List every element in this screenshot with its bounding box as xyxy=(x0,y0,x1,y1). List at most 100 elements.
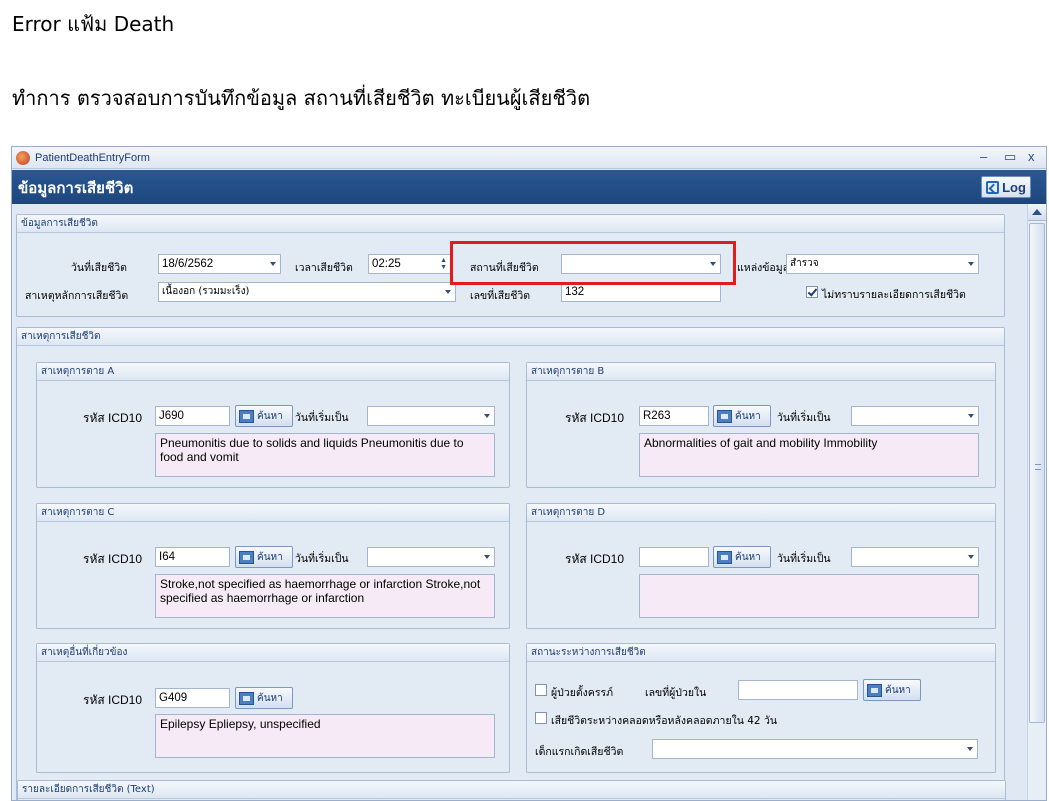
admit-search-button[interactable]: ค้นหา xyxy=(863,679,921,701)
search-icon xyxy=(717,550,732,564)
vertical-scrollbar[interactable] xyxy=(1027,204,1046,800)
search-label: ค้นหา xyxy=(257,410,283,422)
form-header: ข้อมูลการเสียชีวิต Log xyxy=(12,170,1046,204)
unknown-detail-label: ไม่ทราบรายละเอียดการเสียชีวิต xyxy=(822,289,966,301)
cause-c-icd-input[interactable]: I64 xyxy=(155,547,230,567)
cause-a-description: Pneumonitis due to solids and liquids Pn… xyxy=(155,433,495,477)
cause-c-description: Stroke,not specified as haemorrhage or i… xyxy=(155,574,495,618)
log-button-label: Log xyxy=(1002,179,1026,195)
scroll-up-icon[interactable] xyxy=(1028,204,1046,221)
cause-a-panel: สาเหตุการตาย A รหัส ICD10 J690 ค้นหา วัน… xyxy=(36,362,510,488)
death-date-value: 18/6/2562 xyxy=(162,258,214,270)
death-place-highlight xyxy=(450,241,736,285)
cause-c-icd-value: I64 xyxy=(159,551,175,563)
death-no-value: 132 xyxy=(565,286,585,298)
patient-death-entry-window: PatientDeathEntryForm – ▭ x ข้อมูลการเสี… xyxy=(11,146,1047,801)
app-icon xyxy=(16,150,30,165)
other-cause-icd-value: G409 xyxy=(159,692,188,704)
icd-label: รหัส ICD10 xyxy=(83,411,143,425)
cause-b-panel: สาเหตุการตาย B รหัส ICD10 R263 ค้นหา วัน… xyxy=(526,362,996,488)
cause-a-icd-input[interactable]: J690 xyxy=(155,406,230,426)
onset-label: วันที่เริ่มเป็น xyxy=(777,412,831,424)
search-label: ค้นหา xyxy=(885,684,911,696)
cause-c-search-button[interactable]: ค้นหา xyxy=(235,546,293,568)
death-date-picker[interactable]: 18/6/2562 xyxy=(158,254,281,274)
other-cause-search-button[interactable]: ค้นหา xyxy=(235,687,293,709)
detail-group: รายละเอียดการเสียชีวิต (Text) xyxy=(17,780,1006,800)
other-cause-description: Epilepsy Epliepsy, unspecified xyxy=(155,714,495,758)
search-icon xyxy=(239,550,254,564)
death-time-value: 02:25 xyxy=(372,258,401,270)
form-header-title: ข้อมูลการเสียชีวิต xyxy=(18,179,134,197)
source-label: แหล่งข้อมูล xyxy=(737,262,790,274)
cause-d-search-button[interactable]: ค้นหา xyxy=(713,546,771,568)
pregnant-checkbox[interactable] xyxy=(535,684,547,696)
document-description: ทำการ ตรวจสอบการบันทึกข้อมูล สถานที่เสีย… xyxy=(12,86,591,110)
cause-b-icd-value: R263 xyxy=(643,410,671,422)
document-title: Error แฟ้ม Death xyxy=(12,12,175,36)
other-cause-panel: สาเหตุอื่นที่เกี่ยวข้อง รหัส ICD10 G409 … xyxy=(36,643,510,773)
window-title: PatientDeathEntryForm xyxy=(35,151,150,164)
main-cause-dropdown[interactable]: เนื้องอก (รวมมะเร็ง) xyxy=(158,282,456,302)
cause-b-icd-input[interactable]: R263 xyxy=(639,406,709,426)
cause-d-description xyxy=(639,574,979,618)
spinner-icon[interactable]: ▲ ▼ xyxy=(440,257,447,271)
death-date-label: วันที่เสียชีวิต xyxy=(71,262,127,274)
log-icon xyxy=(986,180,1000,194)
cause-c-panel: สาเหตุการตาย C รหัส ICD10 I64 ค้นหา วันท… xyxy=(36,503,510,629)
search-label: ค้นหา xyxy=(735,551,761,563)
cause-a-title: สาเหตุการตาย A xyxy=(37,363,509,381)
cause-d-icd-input[interactable] xyxy=(639,547,709,567)
admit-no-label: เลขที่ผู้ป่วยใน xyxy=(645,687,707,699)
cause-b-search-button[interactable]: ค้นหา xyxy=(713,405,771,427)
icd-label: รหัส ICD10 xyxy=(83,552,143,566)
cause-d-title: สาเหตุการตาย D xyxy=(527,504,995,522)
infant-label: เด็กแรกเกิดเสียชีวิต xyxy=(535,746,624,758)
search-label: ค้นหา xyxy=(735,410,761,422)
minimize-button[interactable]: – xyxy=(980,149,987,164)
chevron-down-icon xyxy=(484,414,490,418)
other-cause-title: สาเหตุอื่นที่เกี่ยวข้อง xyxy=(37,644,509,662)
cause-d-panel: สาเหตุการตาย D รหัส ICD10 ค้นหา วันที่เร… xyxy=(526,503,996,629)
search-icon xyxy=(239,409,254,423)
search-icon xyxy=(239,691,254,705)
scroll-thumb[interactable] xyxy=(1029,223,1045,723)
detail-group-title: รายละเอียดการเสียชีวิต (Text) xyxy=(18,781,1005,799)
cause-c-title: สาเหตุการตาย C xyxy=(37,504,509,522)
cause-d-onset-dropdown[interactable] xyxy=(851,547,979,567)
close-button[interactable]: x xyxy=(1028,149,1035,164)
grip-icon xyxy=(1035,464,1041,470)
cause-a-search-button[interactable]: ค้นหา xyxy=(235,405,293,427)
source-dropdown[interactable]: สำรวจ xyxy=(786,254,979,274)
chevron-down-icon xyxy=(484,555,490,559)
death-no-label: เลขที่เสียชีวิต xyxy=(470,290,531,302)
cause-b-onset-dropdown[interactable] xyxy=(851,406,979,426)
search-icon xyxy=(867,683,882,697)
window-titlebar: PatientDeathEntryForm – ▭ x xyxy=(12,147,1046,169)
onset-label: วันที่เริ่มเป็น xyxy=(295,412,349,424)
status-title: สถานะระหว่างการเสียชีวิต xyxy=(527,644,995,662)
search-label: ค้นหา xyxy=(257,692,283,704)
unknown-detail-checkbox[interactable] xyxy=(806,286,818,298)
postpartum-label: เสียชีวิตระหว่างคลอดหรือหลังคลอดภายใน 42… xyxy=(551,715,778,727)
cause-a-onset-dropdown[interactable] xyxy=(367,406,495,426)
icd-label: รหัส ICD10 xyxy=(565,411,625,425)
causes-group-title: สาเหตุการเสียชีวิต xyxy=(17,328,1004,346)
source-value: สำรวจ xyxy=(790,258,819,269)
death-no-input[interactable]: 132 xyxy=(561,282,721,302)
admit-no-input[interactable] xyxy=(738,680,858,700)
maximize-button[interactable]: ▭ xyxy=(1004,149,1016,165)
chevron-down-icon xyxy=(968,262,974,266)
other-cause-icd-input[interactable]: G409 xyxy=(155,688,230,708)
chevron-down-icon xyxy=(967,747,973,751)
chevron-down-icon xyxy=(445,290,451,294)
infant-dropdown[interactable] xyxy=(652,739,978,759)
status-panel: สถานะระหว่างการเสียชีวิต ผู้ป่วยตั้งครรภ… xyxy=(526,643,996,773)
death-time-input[interactable]: 02:25 ▲ ▼ xyxy=(368,254,451,274)
chevron-down-icon xyxy=(968,414,974,418)
main-cause-label: สาเหตุหลักการเสียชีวิต xyxy=(25,290,129,302)
postpartum-checkbox[interactable] xyxy=(535,712,547,724)
cause-c-onset-dropdown[interactable] xyxy=(367,547,495,567)
icd-label: รหัส ICD10 xyxy=(565,552,625,566)
log-button[interactable]: Log xyxy=(981,176,1031,198)
